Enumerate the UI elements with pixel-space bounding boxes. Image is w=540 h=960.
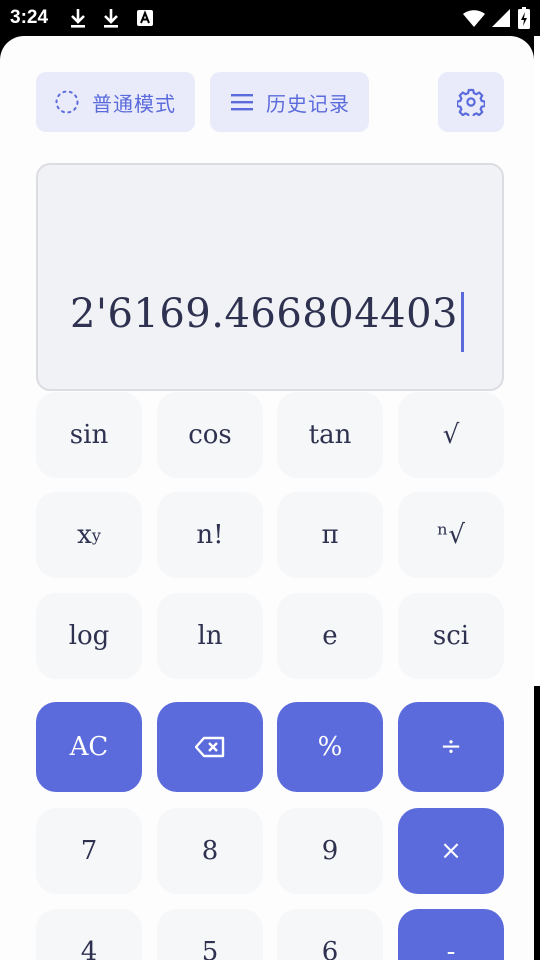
display-value: 2'6169.466804403 — [70, 291, 458, 337]
status-time: 3:24 — [10, 7, 49, 28]
key-pi[interactable]: π — [277, 492, 383, 578]
status-bar: 3:24 — [0, 0, 540, 36]
mode-label: 普通模式 — [92, 91, 176, 116]
gear-icon — [457, 88, 485, 116]
key-percent[interactable]: % — [277, 702, 383, 792]
result-display[interactable]: 2'6169.466804403 — [36, 163, 504, 391]
key-nth-root[interactable]: ⁿ√ — [398, 492, 504, 578]
settings-button[interactable] — [438, 72, 504, 132]
key-multiply[interactable]: × — [398, 808, 504, 894]
key-backspace[interactable] — [157, 702, 263, 792]
key-4[interactable]: 4 — [36, 909, 142, 960]
key-9[interactable]: 9 — [277, 808, 383, 894]
key-power-exponent: y — [91, 525, 101, 545]
key-7[interactable]: 7 — [36, 808, 142, 894]
key-sci[interactable]: sci — [398, 593, 504, 679]
download-icon — [71, 9, 85, 28]
font-a-icon — [137, 10, 153, 26]
history-label: 历史记录 — [266, 91, 350, 116]
key-ln[interactable]: ln — [157, 593, 263, 679]
calculator-sheet: 普通模式 历史记录 2'6169.466804403 sin cos tan √… — [0, 36, 534, 960]
history-button[interactable]: 历史记录 — [210, 72, 369, 132]
key-power-base: x — [77, 520, 92, 550]
scroll-indicator — [534, 36, 540, 686]
key-e[interactable]: e — [277, 593, 383, 679]
key-6[interactable]: 6 — [277, 909, 383, 960]
key-5[interactable]: 5 — [157, 909, 263, 960]
dotted-circle-icon — [55, 90, 79, 114]
key-subtract[interactable]: - — [398, 909, 504, 960]
key-sqrt[interactable]: √ — [398, 392, 504, 478]
key-cos[interactable]: cos — [157, 392, 263, 478]
wifi-icon — [463, 10, 485, 27]
download-icon — [104, 9, 118, 28]
text-cursor — [461, 292, 464, 352]
key-all-clear[interactable]: AC — [36, 702, 142, 792]
key-8[interactable]: 8 — [157, 808, 263, 894]
key-sin[interactable]: sin — [36, 392, 142, 478]
backspace-icon — [195, 736, 225, 758]
signal-icon — [492, 9, 510, 27]
menu-lines-icon — [231, 94, 253, 111]
mode-button[interactable]: 普通模式 — [36, 72, 195, 132]
key-power[interactable]: xy — [36, 492, 142, 578]
key-factorial[interactable]: n! — [157, 492, 263, 578]
key-tan[interactable]: tan — [277, 392, 383, 478]
key-divide[interactable]: ÷ — [398, 702, 504, 792]
key-log[interactable]: log — [36, 593, 142, 679]
battery-charging-icon — [518, 7, 530, 29]
